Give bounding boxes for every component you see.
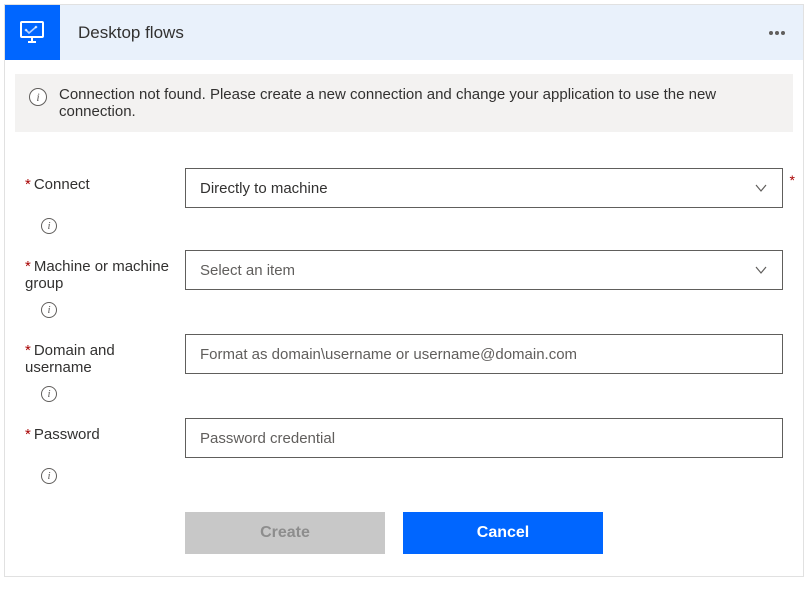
required-marker: *	[790, 172, 795, 188]
machine-select[interactable]: Select an item	[185, 250, 783, 290]
domain-username-input[interactable]	[185, 334, 783, 374]
alert-message: Connection not found. Please create a ne…	[59, 86, 779, 120]
chevron-down-icon	[754, 181, 768, 195]
domain-help-icon[interactable]: i	[41, 386, 57, 402]
password-input[interactable]	[185, 418, 783, 458]
connect-value: Directly to machine	[200, 180, 328, 197]
desktop-flows-panel: Desktop flows i Connection not found. Pl…	[4, 4, 804, 577]
machine-label: *Machine or machine group	[25, 250, 185, 292]
create-button[interactable]: Create	[185, 512, 385, 554]
machine-help-icon[interactable]: i	[41, 302, 57, 318]
domain-label: *Domain and username	[25, 334, 185, 376]
panel-header: Desktop flows	[5, 5, 803, 60]
connect-label: *Connect	[25, 168, 185, 193]
cancel-button[interactable]: Cancel	[403, 512, 603, 554]
machine-placeholder: Select an item	[200, 262, 295, 279]
chevron-down-icon	[754, 263, 768, 277]
ellipsis-icon	[769, 31, 773, 35]
desktop-flow-icon	[5, 5, 60, 60]
panel-title: Desktop flows	[60, 23, 184, 43]
connect-select[interactable]: Directly to machine	[185, 168, 783, 208]
password-help-icon[interactable]: i	[41, 468, 57, 484]
more-actions-button[interactable]	[769, 31, 785, 35]
connection-form: *Connect Directly to machine * i *Machin…	[5, 142, 803, 576]
connect-help-icon[interactable]: i	[41, 218, 57, 234]
info-icon: i	[29, 88, 47, 106]
connection-alert: i Connection not found. Please create a …	[15, 74, 793, 132]
password-label: *Password	[25, 418, 185, 443]
